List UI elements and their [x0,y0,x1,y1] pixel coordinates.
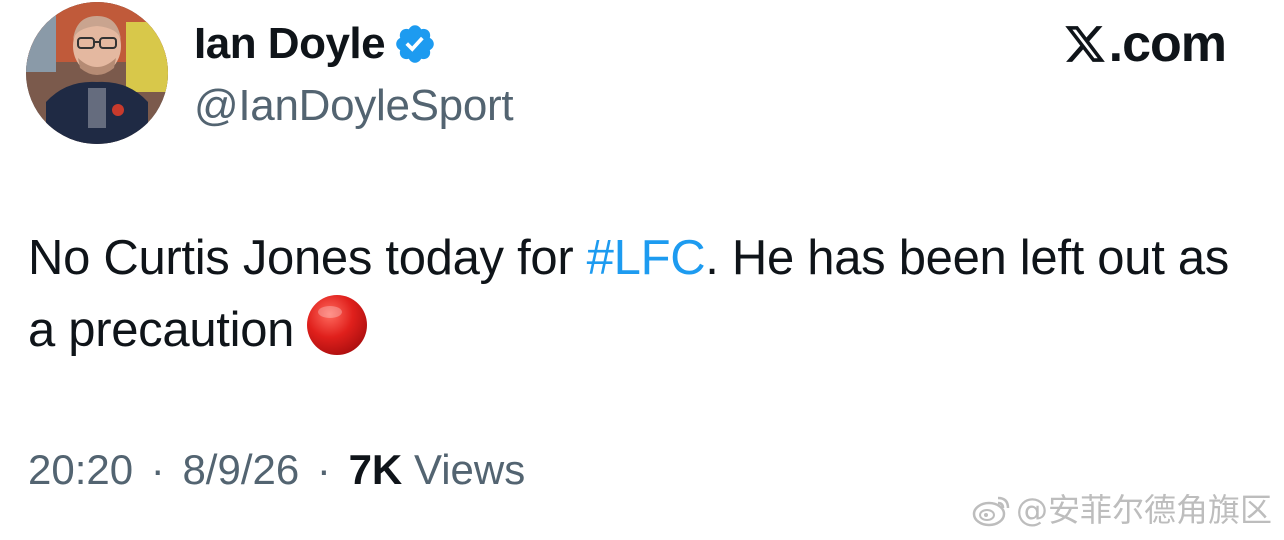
hashtag-link[interactable]: #LFC [587,231,706,285]
display-name[interactable]: Ian Doyle [194,14,386,74]
author-block: Ian Doyle @IanDoyleSport [194,14,514,134]
brand-text: .com [1108,15,1227,73]
brand-logo: .com [1063,14,1227,74]
red-circle-icon [306,294,368,356]
separator-dot: · [316,446,331,493]
tweet-meta: 20:20 · 8/9/26 · 7K Views [28,442,525,498]
avatar-image [26,2,168,144]
x-logo-icon [1063,22,1107,66]
watermark: @安菲尔德角旗区 [972,490,1272,530]
tweet-time[interactable]: 20:20 [28,446,133,493]
view-count[interactable]: 7K [349,446,403,493]
tweet-date[interactable]: 8/9/26 [182,446,299,493]
views-label: Views [413,446,526,493]
avatar[interactable] [26,2,168,144]
weibo-icon [972,492,1012,528]
watermark-text: @安菲尔德角旗区 [1015,491,1272,529]
verified-badge-icon [393,22,437,66]
name-row: Ian Doyle [194,14,513,74]
separator-dot: · [150,446,165,493]
author-handle[interactable]: @IanDoyleSport [194,78,514,134]
tweet-text-part-1: No Curtis Jones today for [28,231,587,285]
tweet-text: No Curtis Jones today for #LFC. He has b… [28,222,1248,366]
tweet-card: Ian Doyle @IanDoyleSport .com No Curtis … [0,0,1284,540]
